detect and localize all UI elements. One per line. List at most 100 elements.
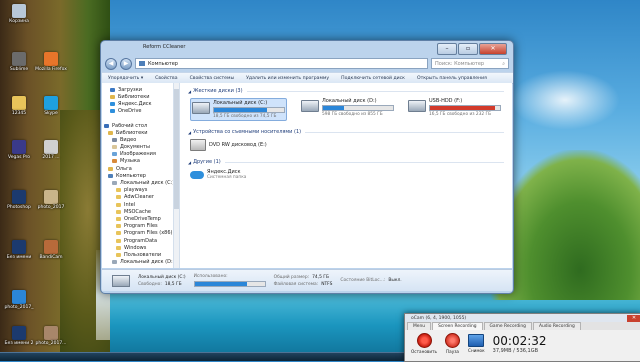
desktop-icon[interactable]: photo_2017_: [2, 290, 36, 310]
nav-item[interactable]: Компьютер: [102, 172, 173, 179]
folder-icon: [110, 109, 115, 114]
toolbar-uninstall-button[interactable]: Удалить или изменить программу: [246, 76, 329, 81]
tab-menu[interactable]: Menu: [407, 322, 432, 330]
collapse-arrow-icon: ◢: [188, 129, 192, 135]
drive-usage-fill: [214, 108, 267, 112]
recording-time: 00:02:32: [492, 333, 547, 348]
group-header-removable[interactable]: ◢ Устройства со съемными носителями (1): [188, 129, 504, 135]
nav-item[interactable]: AdwCleaner: [102, 194, 173, 201]
search-icon: ⌕: [502, 60, 505, 67]
nav-item[interactable]: Рабочий стол: [102, 122, 173, 129]
folder-icon: [110, 101, 115, 106]
usb-drive-icon: [408, 100, 426, 112]
nav-item[interactable]: Program Files: [102, 223, 173, 230]
nav-item[interactable]: Program Files (x86): [102, 230, 173, 237]
address-text: Компьютер: [148, 60, 178, 67]
desktop-icon[interactable]: photo_2017: [34, 190, 68, 210]
nav-item-label: Изображения: [120, 151, 156, 158]
address-bar[interactable]: Компьютер: [135, 58, 428, 69]
toolbar-properties-button[interactable]: Свойства: [155, 76, 177, 81]
drive-item-d[interactable]: Локальный диск (D:) 598 ГБ свободно из 8…: [301, 98, 394, 121]
nav-item[interactable]: MSOCache: [102, 208, 173, 215]
nav-item[interactable]: Изображения: [102, 151, 173, 158]
desktop-icon[interactable]: Photoshop: [2, 190, 36, 210]
drive-item-c[interactable]: Локальный диск (C:) 18,5 ГБ свободно из …: [190, 98, 287, 121]
folder-icon: [112, 159, 117, 164]
nav-item[interactable]: Библиотеки: [102, 93, 173, 100]
ocam-close-button[interactable]: ✕: [627, 314, 640, 322]
desktop-icon[interactable]: Корзина: [2, 4, 36, 24]
image-icon: [44, 190, 58, 204]
folder-icon: [110, 87, 115, 92]
snapshot-button[interactable]: Снимок: [468, 334, 485, 353]
toolbar-control-panel-button[interactable]: Открыть панель управления: [417, 76, 487, 81]
toolbar-organize-button[interactable]: Упорядочить ▾: [108, 76, 143, 81]
nav-item[interactable]: Ольга: [102, 165, 173, 172]
tab-game-recording[interactable]: Game Recording: [483, 322, 532, 330]
desktop-icon[interactable]: BandiCam: [34, 240, 68, 260]
tab-audio-recording[interactable]: Audio Recording: [532, 322, 581, 330]
toolbar-system-properties-button[interactable]: Свойства системы: [190, 76, 235, 81]
stop-button[interactable]: Остановить: [411, 333, 437, 354]
ocam-window[interactable]: oCam (6, 4, 1900, 1055) ✕ Menu Screen Re…: [404, 313, 640, 362]
nav-item[interactable]: Музыка: [102, 158, 173, 165]
drive-item-f[interactable]: USB-HDD (F:) 16,5 ГБ свободно из 232 ГБ: [408, 98, 501, 121]
scrollbar-thumb[interactable]: [174, 89, 179, 209]
minimize-button[interactable]: –: [437, 43, 457, 55]
nav-item[interactable]: OneDriveTemp: [102, 215, 173, 222]
explorer-window[interactable]: Reform CCleaner – ▫ ✕ ◀ ▶ Компьютер Поис…: [100, 40, 514, 294]
nav-item-label: Видео: [120, 136, 137, 143]
details-bitlocker-label: Состояние BitLoc...:: [340, 278, 386, 283]
toolbar-map-drive-button[interactable]: Подключить сетевой диск: [341, 76, 405, 81]
tab-screen-recording[interactable]: Screen Recording: [432, 322, 483, 330]
nav-item[interactable]: Документы: [102, 144, 173, 151]
nav-item[interactable]: Загрузки: [102, 86, 173, 93]
search-input[interactable]: Поиск: Компьютер ⌕: [431, 58, 509, 69]
desktop-icon[interactable]: Без имени: [2, 240, 36, 260]
folder-icon: [112, 152, 117, 157]
desktop-icon[interactable]: 12345: [2, 96, 36, 116]
group-header-other[interactable]: ◢ Другие (1): [188, 159, 504, 165]
vegas-icon: [12, 140, 26, 154]
yandex-disk-item[interactable]: Яндекс.Диск Системная папка: [190, 169, 504, 180]
ocam-titlebar: oCam (6, 4, 1900, 1055) ✕: [405, 314, 640, 322]
desktop-icon[interactable]: Sublime: [2, 52, 36, 72]
drives-view: ◢ Жесткие диски (3) Локальный диск (C:) …: [180, 83, 512, 268]
desktop-icon[interactable]: Vegas Pro: [2, 140, 36, 160]
nav-item[interactable]: Видео: [102, 136, 173, 143]
nav-item[interactable]: Библиотеки: [102, 129, 173, 136]
folder-icon: [116, 202, 121, 207]
nav-item[interactable]: Яндекс.Диск: [102, 100, 173, 107]
dvd-drive-item[interactable]: DVD RW дисковод (E:): [190, 139, 504, 151]
bandicam-icon: [12, 290, 26, 304]
group-header-hard-drives[interactable]: ◢ Жесткие диски (3): [188, 88, 504, 94]
nav-item[interactable]: Локальный диск (C:): [102, 179, 173, 186]
drive-name: Локальный диск (D:): [322, 98, 377, 104]
recording-size: 37,9MB / 536,1GB: [492, 347, 539, 354]
desktop-icon[interactable]: Без имени 2: [2, 326, 36, 346]
nav-item[interactable]: Intel: [102, 201, 173, 208]
nav-item[interactable]: playways: [102, 187, 173, 194]
collapse-arrow-icon: ◢: [188, 159, 192, 165]
app-icon: [12, 52, 26, 66]
maximize-button[interactable]: ▫: [458, 43, 478, 55]
desktop-icon[interactable]: Skype: [34, 96, 68, 116]
desktop-icon[interactable]: photo_2017...: [34, 326, 68, 346]
nav-item[interactable]: Windows: [102, 244, 173, 251]
nav-item[interactable]: Локальный диск (D:): [102, 259, 173, 266]
nav-item[interactable]: OneDrive: [102, 108, 173, 115]
desktop-icon[interactable]: Mozilla Firefox: [34, 52, 68, 72]
back-button[interactable]: ◀: [105, 57, 117, 70]
close-button[interactable]: ✕: [479, 43, 507, 55]
photoshop-icon: [12, 190, 26, 204]
recording-status: 00:02:32 37,9MB / 536,1GB: [493, 334, 547, 354]
nav-item[interactable]: ProgramData: [102, 237, 173, 244]
forward-button[interactable]: ▶: [120, 57, 132, 70]
pause-button[interactable]: Пауза: [445, 333, 461, 354]
dvd-drive-icon: [190, 139, 206, 151]
nav-item-label: Локальный диск (D:): [120, 259, 174, 266]
divider: [246, 90, 504, 92]
nav-item-label: Рабочий стол: [112, 122, 148, 129]
nav-item[interactable]: Пользователи: [102, 251, 173, 258]
desktop-icon[interactable]: 2017 ...: [34, 140, 68, 160]
